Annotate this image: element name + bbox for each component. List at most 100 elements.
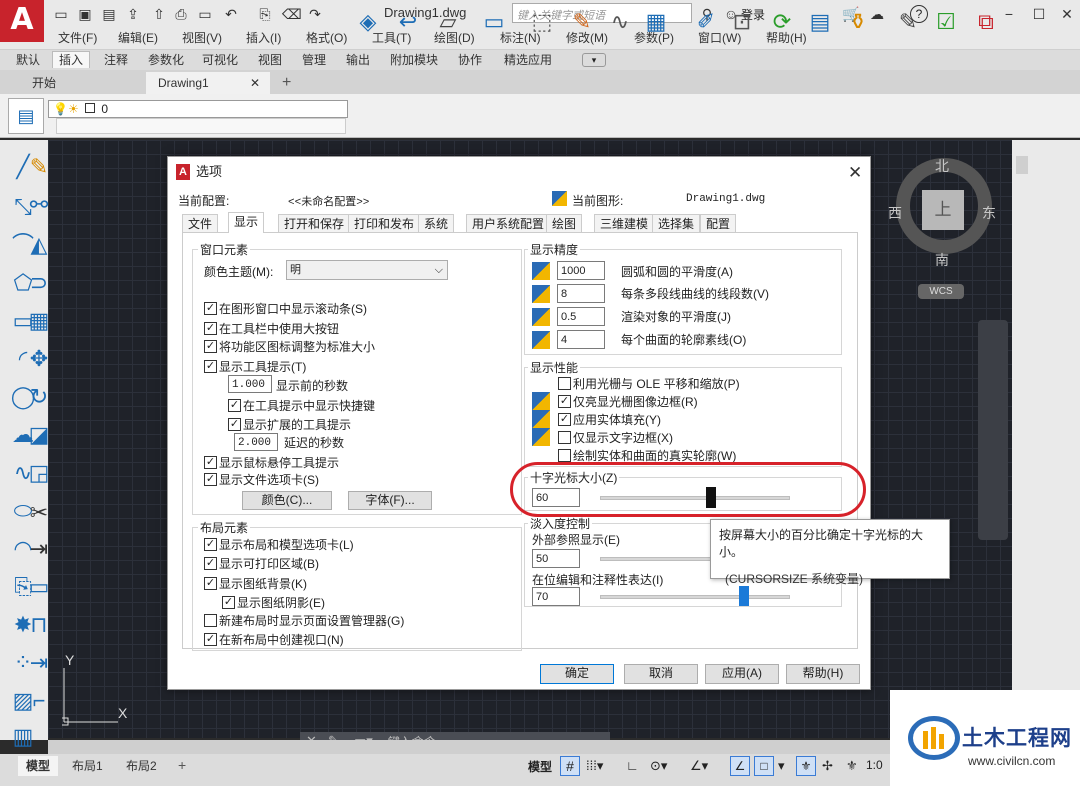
ribbon-tab-visualize[interactable]: 可视化 — [196, 52, 244, 69]
silhouette-checkbox[interactable] — [558, 449, 571, 462]
web-save-icon[interactable]: ⇪ — [124, 6, 142, 22]
attribute-icon[interactable]: ∿ — [604, 6, 636, 38]
sync-icon[interactable]: ⟳ — [766, 6, 798, 38]
snap-icon[interactable]: ⁞⁞⁞▾ — [586, 758, 603, 774]
crosshair-size-input[interactable]: 60 — [532, 488, 580, 507]
layers-stack-icon[interactable]: ⧉ — [970, 6, 1002, 38]
color-scheme-select[interactable]: 明 ⌵ — [286, 260, 448, 280]
cancel-button[interactable]: 取消 — [624, 664, 698, 684]
layer-properties-icon[interactable]: ▤ — [8, 98, 44, 134]
paper-shadow-checkbox[interactable]: ✓ — [222, 596, 235, 609]
menu-format[interactable]: 格式(O) — [306, 29, 347, 46]
save-icon[interactable]: ▣ — [76, 6, 94, 22]
text-boundary-checkbox[interactable] — [558, 431, 571, 444]
gradient-icon[interactable]: ▥ — [6, 720, 40, 754]
menu-file[interactable]: 文件(F) — [58, 29, 97, 46]
offset-icon[interactable]: ⊃ — [22, 266, 56, 300]
ribbon-tab-view[interactable]: 视图 — [252, 52, 288, 69]
tab-display[interactable]: 显示 — [228, 212, 265, 233]
layer-isolate-icon[interactable]: ▱ — [432, 6, 464, 38]
ribbon-tab-insert[interactable]: 插入 — [52, 51, 91, 68]
notepad-icon[interactable]: ✎ — [892, 6, 924, 38]
compass-south[interactable]: 南 — [935, 250, 949, 270]
apply-button[interactable]: 应用(A) — [705, 664, 779, 684]
file-tabs-checkbox[interactable]: ✓ — [204, 473, 217, 486]
tab-user-preferences[interactable]: 用户系统配置 — [466, 214, 551, 233]
polar-icon[interactable]: ⊙▾ — [650, 758, 667, 774]
open-icon[interactable]: ▭ — [52, 6, 70, 22]
data-extract-icon[interactable]: ▤ — [804, 6, 836, 38]
scrollbar-thumb[interactable] — [1016, 156, 1028, 174]
annotation-visibility-icon[interactable]: ⚜ — [796, 756, 816, 776]
polyline-segments-input[interactable]: 8 — [557, 284, 605, 303]
show-extended-checkbox[interactable]: ✓ — [228, 418, 241, 431]
dialog-title-bar[interactable]: 选项 — [168, 157, 870, 187]
grid-toggle-icon[interactable]: # — [560, 756, 580, 776]
tab-system[interactable]: 系统 — [418, 214, 455, 233]
layout-tab-1[interactable]: 布局1 — [64, 756, 111, 776]
horizontal-scrollbar[interactable] — [48, 740, 1012, 754]
upload-icon[interactable]: ⇧ — [150, 6, 168, 22]
resize-ribbon-icons-checkbox[interactable]: ✓ — [204, 340, 217, 353]
show-scrollbars-checkbox[interactable]: ✓ — [204, 302, 217, 315]
compass-west[interactable]: 西 — [888, 203, 902, 223]
erase-icon[interactable]: ✎ — [22, 150, 56, 184]
dialog-close-icon[interactable]: ✕ — [848, 163, 862, 183]
page-setup-manager-checkbox[interactable] — [204, 614, 217, 627]
osnap-icon[interactable]: □ — [754, 756, 774, 776]
tab-files[interactable]: 文件 — [182, 214, 219, 233]
tab-open-save[interactable]: 打开和保存 — [278, 214, 351, 233]
close-icon[interactable]: ✕ — [1058, 6, 1076, 22]
close-tab-icon[interactable]: ✕ — [250, 72, 260, 94]
model-space-toggle[interactable]: 模型 — [528, 758, 552, 775]
tooltip-delay-input[interactable]: 1.000 — [228, 375, 272, 393]
app-logo[interactable]: A — [0, 0, 44, 42]
matchprop-icon[interactable]: ⎘ — [256, 6, 274, 22]
contour-lines-input[interactable]: 4 — [557, 330, 605, 349]
layout-model-tabs-checkbox[interactable]: ✓ — [204, 538, 217, 551]
ortho-icon[interactable]: ∟ — [626, 758, 639, 773]
tab-profiles[interactable]: 配置 — [700, 214, 737, 233]
tab-selection[interactable]: 选择集 — [652, 214, 701, 233]
extended-delay-input[interactable]: 2.000 — [234, 433, 278, 451]
ribbon-tab-featured[interactable]: 精选应用 — [498, 52, 558, 69]
lineweight-icon[interactable]: ▾ — [778, 758, 785, 774]
mirror-icon[interactable]: ◭ — [22, 228, 56, 262]
layout-tab-2[interactable]: 布局2 — [118, 756, 165, 776]
compass-north[interactable]: 北 — [935, 156, 949, 176]
create-viewport-checkbox[interactable]: ✓ — [204, 633, 217, 646]
navigation-bar[interactable] — [978, 320, 1008, 540]
purge-icon[interactable]: ⌫ — [282, 6, 302, 22]
save-as-icon[interactable]: ▤ — [100, 6, 118, 22]
undo-icon[interactable]: ↶ — [222, 6, 240, 22]
layer-previous-icon[interactable]: ↩ — [392, 6, 424, 38]
ribbon-tab-home[interactable]: 默认 — [10, 52, 46, 69]
inplace-fade-slider-track[interactable] — [600, 595, 790, 599]
layer-dropdown[interactable]: 💡☀ 0 — [48, 100, 348, 118]
tab-drafting[interactable]: 绘图 — [546, 214, 583, 233]
layer-match-icon[interactable]: ◈ — [352, 6, 384, 38]
block-create-icon[interactable]: ⬚ — [526, 6, 558, 38]
xref-fade-input[interactable]: 50 — [532, 549, 580, 568]
ribbon-tab-collaborate[interactable]: 协作 — [452, 52, 488, 69]
ribbon-tab-output[interactable]: 输出 — [340, 52, 376, 69]
ok-button[interactable]: 确定 — [540, 664, 614, 684]
menu-edit[interactable]: 编辑(E) — [118, 29, 158, 46]
grid-icon[interactable]: ▦ — [640, 6, 672, 38]
help-button[interactable]: 帮助(H) — [786, 664, 860, 684]
rotate-icon[interactable]: ↻ — [22, 380, 56, 414]
large-buttons-checkbox[interactable]: ✓ — [204, 322, 217, 335]
solid-fill-checkbox[interactable]: ✓ — [558, 413, 571, 426]
ribbon-tab-annotate[interactable]: 注释 — [98, 52, 134, 69]
menu-insert[interactable]: 插入(I) — [246, 29, 281, 46]
properties-icon[interactable]: ⊡ — [726, 6, 758, 38]
rollover-tooltips-checkbox[interactable]: ✓ — [204, 456, 217, 469]
inplace-fade-slider-thumb[interactable] — [739, 586, 749, 606]
new-tab-icon[interactable]: + — [282, 74, 291, 92]
raster-ole-checkbox[interactable] — [558, 377, 571, 390]
viewcube-top-face[interactable]: 上 — [922, 190, 964, 230]
printable-area-checkbox[interactable]: ✓ — [204, 557, 217, 570]
window-icon[interactable]: ▭ — [196, 6, 214, 22]
ribbon-options-icon[interactable]: ▾ — [582, 53, 606, 67]
redo-icon[interactable]: ↷ — [306, 6, 324, 22]
